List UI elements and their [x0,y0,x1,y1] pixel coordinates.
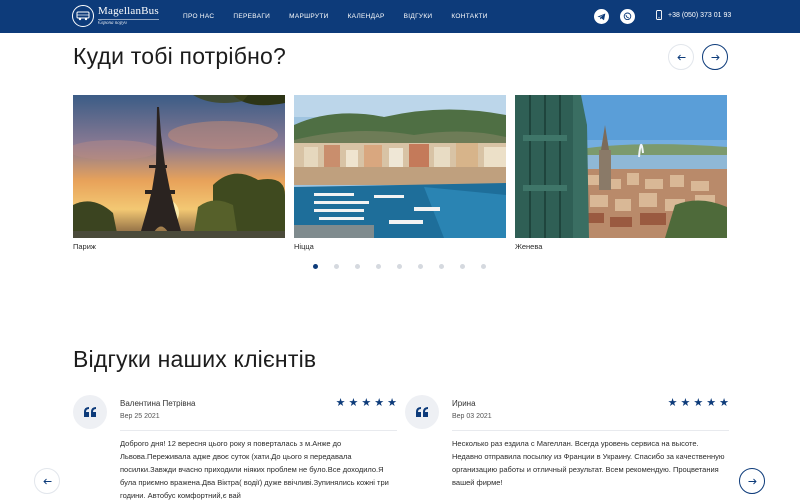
star-icon: ★ [335,397,346,409]
pager-dot[interactable] [355,264,360,269]
review-date: Вер 03 2021 [452,413,492,420]
pager-dot[interactable] [313,264,318,269]
reviews-title: Відгуки наших клієнтів [73,346,317,372]
destinations-prev-button[interactable] [668,44,694,70]
pager-dot[interactable] [397,264,402,269]
nav-calendar[interactable]: КАЛЕНДАР [348,13,385,20]
pager-dot[interactable] [439,264,444,269]
pager-dot[interactable] [334,264,339,269]
star-icon: ★ [693,397,704,409]
star-icon: ★ [348,397,359,409]
star-icon: ★ [387,397,397,409]
arrow-right-icon [711,54,720,60]
paris-image [73,95,285,238]
nav-advantages[interactable]: ПЕРЕВАГИ [233,13,270,20]
review-date: Вер 25 2021 [120,413,160,420]
pager-dot[interactable] [418,264,423,269]
star-icon: ★ [667,397,678,409]
nav-contacts[interactable]: КОНТАКТИ [451,13,487,20]
site-header: MagellanBus Європа поруч ПРО НАС ПЕРЕВАГ… [0,0,800,33]
review-rating: ★ ★ ★ ★ ★ [333,398,397,409]
telegram-icon[interactable] [594,9,609,24]
arrow-left-icon [42,478,51,484]
star-icon: ★ [374,397,385,409]
review-author: Ирина [452,399,476,408]
review-text: Доброго дня! 12 вересня цього року я пов… [120,439,389,500]
header-phone[interactable]: +38 (050) 373 01 93 [656,10,731,20]
phone-icon [656,10,662,20]
destinations-pager [313,264,502,269]
quote-icon [73,395,107,429]
review-text: Несколько раз ездила с Магеллан. Всегда … [452,439,725,487]
reviews-next-button[interactable] [739,468,765,494]
nav-reviews[interactable]: ВІДГУКИ [404,13,433,20]
review-divider [452,430,729,431]
pager-dot[interactable] [460,264,465,269]
destination-card-paris[interactable] [73,95,285,238]
bus-logo-icon [72,5,94,27]
viber-icon[interactable] [620,9,635,24]
arrow-right-icon [748,478,757,484]
destination-label-paris: Париж [73,242,96,251]
star-icon: ★ [680,397,691,409]
nice-image [294,95,506,238]
nav-routes[interactable]: МАРШРУТИ [289,13,328,20]
quote-icon [405,395,439,429]
arrow-left-icon [676,54,685,60]
star-icon: ★ [706,397,717,409]
geneva-image [515,95,727,238]
destinations-next-button[interactable] [702,44,728,70]
main-nav: ПРО НАС ПЕРЕВАГИ МАРШРУТИ КАЛЕНДАР ВІДГУ… [183,0,507,33]
phone-number: +38 (050) 373 01 93 [668,11,732,19]
star-icon: ★ [719,397,729,409]
star-icon: ★ [361,397,372,409]
nav-about[interactable]: ПРО НАС [183,13,214,20]
pager-dot[interactable] [376,264,381,269]
destination-label-geneva: Женева [515,242,543,251]
destination-label-nice: Ніцца [294,242,314,251]
review-divider [120,430,397,431]
review-author: Валентина Петрівна [120,399,196,408]
review-rating: ★ ★ ★ ★ ★ [665,398,729,409]
destination-card-geneva[interactable] [515,95,727,238]
logo-tagline: Європа поруч [98,19,159,26]
destinations-title: Куди тобі потрібно? [73,43,286,69]
logo-name: MagellanBus [98,5,159,17]
pager-dot[interactable] [481,264,486,269]
logo[interactable]: MagellanBus Європа поруч [72,5,159,27]
reviews-prev-button[interactable] [34,468,60,494]
destination-card-nice[interactable] [294,95,506,238]
